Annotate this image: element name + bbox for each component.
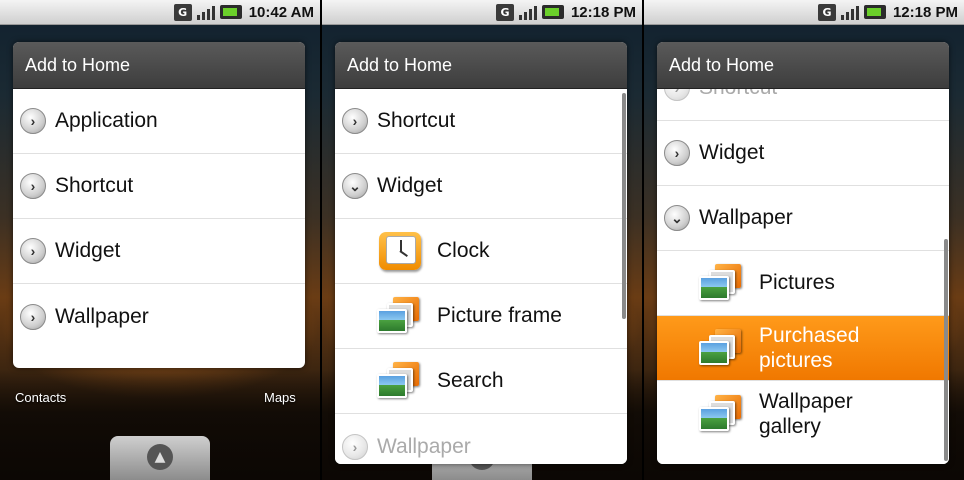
contacts-shortcut-label[interactable]: Contacts: [15, 390, 66, 405]
list-item-label: Pictures: [759, 271, 835, 294]
screen-2: G 12:18 PM ▲ Add to Home ›Shortcut ⌄Widg…: [322, 0, 642, 480]
list-item-widget[interactable]: ⌄ Widget: [335, 154, 627, 219]
chevron-right-circle-icon: ›: [664, 140, 690, 166]
chevron-down-circle-icon: ⌄: [342, 173, 368, 199]
list-item-purchased-pictures[interactable]: Purchased pictures: [657, 316, 949, 381]
chevron-right-circle-icon: ›: [20, 108, 46, 134]
list-item-wallpaper[interactable]: › Wallpaper: [13, 284, 305, 349]
chevron-right-circle-icon: ›: [342, 108, 368, 134]
list-item-label: Search: [437, 369, 504, 392]
data-network-icon: G: [817, 3, 836, 21]
list-item-wallpaper-gallery[interactable]: Wallpaper gallery: [657, 381, 949, 446]
battery-charging-icon: [863, 5, 886, 19]
chevron-up-icon: ▲: [147, 444, 173, 470]
screen-1: G 10:42 AM Contacts Maps ▲ Add to Home ›…: [0, 0, 320, 480]
battery-charging-icon: [219, 5, 242, 19]
list-item-widget[interactable]: › Widget: [13, 219, 305, 284]
status-time: 12:18 PM: [892, 3, 958, 21]
list-item-shortcut[interactable]: › Shortcut: [335, 89, 627, 154]
list-item-label: Shortcut: [55, 174, 134, 197]
dialog-title: Add to Home: [13, 42, 305, 89]
list-item-label: Widget: [55, 239, 121, 262]
list-item-wallpaper[interactable]: › Wallpaper: [335, 414, 627, 464]
signal-strength-icon: [840, 4, 860, 21]
list-item-label: Wallpaper: [55, 304, 149, 328]
list-item-wallpaper[interactable]: ⌄ Wallpaper: [657, 186, 949, 251]
list-item-label: Wallpaper: [377, 434, 471, 458]
list-item-label: Wallpaper gallery: [759, 389, 853, 438]
list-item-label: Shortcut: [377, 109, 456, 132]
option-list: › Application › Shortcut › Widget › Wallpape…: [13, 89, 305, 349]
photos-icon: [697, 327, 745, 369]
list-item-picture-frame[interactable]: Picture frame: [335, 284, 627, 349]
signal-strength-icon: [196, 4, 216, 21]
option-list: › Shortcut ⌄ Widget Clock Picture frame Se…: [335, 89, 627, 464]
data-network-icon: G: [495, 3, 514, 21]
chevron-right-circle-icon: ›: [20, 303, 46, 330]
list-item-shortcut[interactable]: › Shortcut: [13, 154, 305, 219]
maps-shortcut-label[interactable]: Maps: [264, 390, 296, 405]
status-bar: G 12:18 PM: [644, 0, 964, 25]
signal-strength-icon: [518, 4, 538, 21]
data-network-icon: G: [173, 3, 192, 21]
list-item-application[interactable]: › Application: [13, 89, 305, 154]
photos-icon: [375, 360, 423, 402]
photos-icon: [697, 262, 745, 304]
chevron-down-circle-icon: ⌄: [664, 205, 690, 231]
list-item-label: Clock: [437, 239, 490, 262]
list-scrollbar[interactable]: [944, 239, 948, 461]
list-item-widget[interactable]: › Widget: [657, 121, 949, 186]
status-bar: G 12:18 PM: [322, 0, 642, 25]
list-item-pictures[interactable]: Pictures: [657, 251, 949, 316]
list-item-label: Shortcut: [699, 89, 777, 100]
list-item-shortcut[interactable]: › Shortcut: [657, 89, 949, 121]
screen-3: G 12:18 PM Add to Home › Shortcut › Widget…: [644, 0, 964, 480]
add-to-home-dialog: Add to Home › Shortcut › Widget ⌄ Wallpaper…: [657, 42, 949, 464]
chevron-right-circle-icon: ›: [664, 89, 690, 101]
list-item-clock[interactable]: Clock: [335, 219, 627, 284]
list-item-label: Picture frame: [437, 304, 562, 327]
clock-icon: [375, 230, 423, 272]
add-to-home-dialog: Add to Home › Shortcut ⌄ Widget Clock Pict…: [335, 42, 627, 464]
status-bar: G 10:42 AM: [0, 0, 320, 25]
status-time: 12:18 PM: [570, 3, 636, 21]
list-scrollbar[interactable]: [622, 93, 626, 319]
list-item-label: Wallpaper: [699, 206, 793, 229]
chevron-right-circle-icon: ›: [20, 173, 46, 199]
chevron-right-circle-icon: ›: [342, 433, 368, 460]
photos-icon: [375, 295, 423, 337]
list-item-search[interactable]: Search: [335, 349, 627, 414]
list-item-label: Widget: [699, 141, 765, 164]
battery-charging-icon: [541, 5, 564, 19]
app-drawer-handle[interactable]: ▲: [110, 436, 210, 480]
chevron-right-circle-icon: ›: [20, 238, 46, 264]
list-item-label: Purchased pictures: [759, 324, 860, 372]
dialog-title: Add to Home: [335, 42, 627, 89]
dialog-title: Add to Home: [657, 42, 949, 89]
option-list: › Shortcut › Widget ⌄ Wallpaper Pictures Pu…: [657, 89, 949, 464]
status-time: 10:42 AM: [248, 3, 314, 21]
photos-icon: [697, 393, 745, 435]
list-item-label: Application: [55, 109, 158, 132]
list-item-label: Widget: [377, 174, 443, 197]
add-to-home-dialog: Add to Home › Application › Shortcut › Widg…: [13, 42, 305, 368]
